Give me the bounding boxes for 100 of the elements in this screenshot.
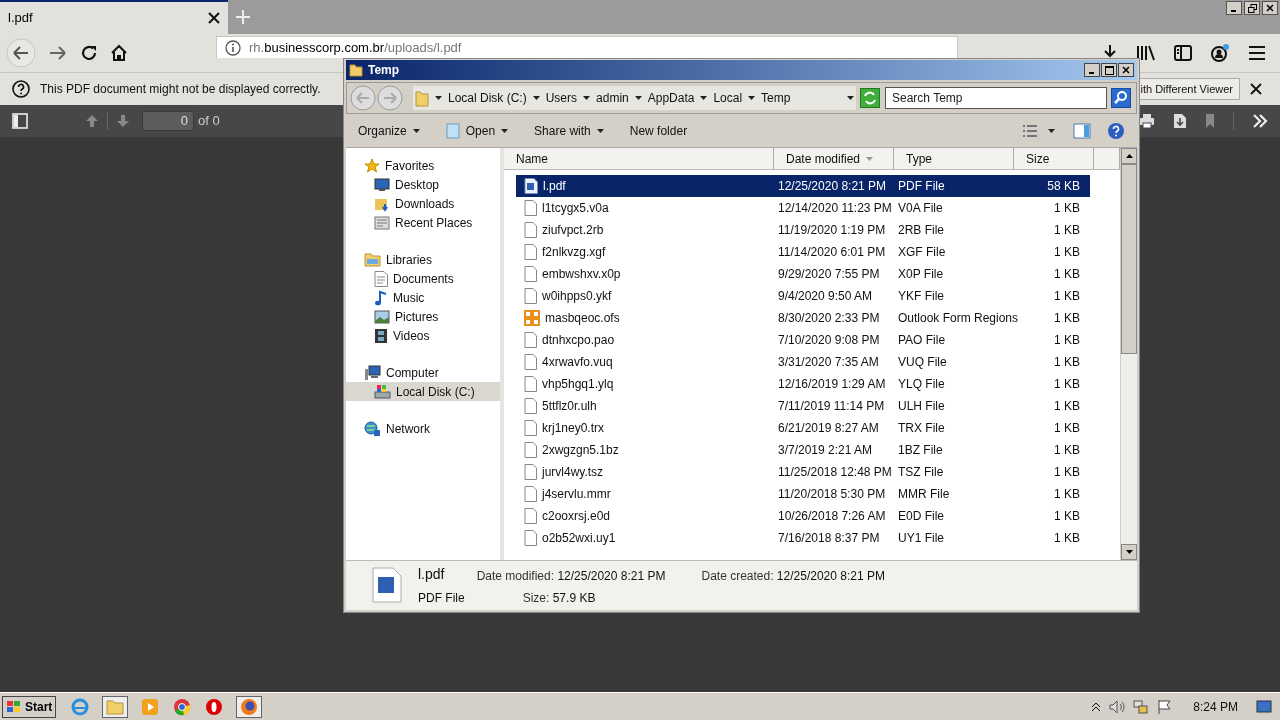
nav-item[interactable]: Recent Places (346, 213, 500, 232)
taskbar-button[interactable] (102, 695, 129, 718)
reload-icon[interactable] (80, 44, 98, 62)
nav-item[interactable]: Local Disk (C:) (346, 382, 500, 401)
back-icon[interactable] (6, 38, 36, 68)
toolbar-button[interactable]: Share with (534, 121, 604, 140)
file-row[interactable]: w0ihpps0.ykf 9/4/2020 9:50 AM YKF File 1 KB (516, 285, 1090, 307)
flag-icon[interactable] (1157, 698, 1174, 715)
view-options-icon[interactable] (1022, 123, 1038, 138)
page-number-field[interactable]: 0 (142, 111, 194, 131)
file-row[interactable]: vhp5hgq1.ylq 12/16/2019 1:29 AM YLQ File 1 KB (516, 373, 1090, 395)
toolbar-button[interactable]: Open (445, 121, 509, 140)
chevron-up-icon[interactable] (1091, 701, 1102, 712)
opera-icon[interactable] (204, 696, 225, 717)
account-icon[interactable] (1210, 43, 1230, 63)
speaker-icon[interactable] (1109, 699, 1126, 714)
breadcrumb[interactable]: admin (596, 89, 629, 107)
sidebar-icon[interactable] (1174, 45, 1192, 61)
address-bar[interactable]: Local Disk (C:) Users admin AppData Local Temp (413, 86, 856, 110)
file-row[interactable]: masbqeoc.ofs 8/30/2020 2:33 PM Outlook Form Regions 1 KB (516, 307, 1090, 329)
library-icon[interactable] (1136, 45, 1156, 61)
bookmark-icon[interactable] (1205, 113, 1215, 129)
nav-item[interactable]: Music (346, 288, 500, 307)
forward-icon[interactable] (48, 45, 68, 61)
print-icon[interactable] (1139, 113, 1155, 129)
help-icon[interactable] (1107, 121, 1125, 140)
breadcrumb[interactable]: Users (545, 89, 578, 107)
url-bar[interactable]: rh.businesscorp.com.br/uploads/l.pdf (216, 36, 958, 58)
network-icon[interactable] (1133, 699, 1150, 714)
more-tools-icon[interactable] (1252, 114, 1268, 128)
file-row[interactable]: 5ttflz0r.ulh 7/11/2019 11:14 PM ULH File 1 KB (516, 395, 1090, 417)
breadcrumb[interactable]: Local Disk (C:) (448, 89, 527, 107)
folder-icon (364, 252, 381, 267)
start-button[interactable]: Start (2, 695, 57, 718)
date-cell-text: 9/4/2020 9:50 AM (777, 288, 874, 305)
maximize-button[interactable] (1101, 63, 1117, 77)
file-row[interactable]: 4xrwavfo.vuq 3/31/2020 7:35 AM VUQ File 1 KB (516, 351, 1090, 373)
home-icon[interactable] (110, 44, 128, 62)
nav-item[interactable]: Network (346, 419, 500, 438)
recent-icon (374, 214, 390, 231)
breadcrumb[interactable]: Local (713, 89, 743, 107)
nav-item[interactable]: Libraries (346, 250, 500, 269)
menu-icon[interactable] (1248, 45, 1266, 61)
taskbar-button[interactable] (236, 695, 263, 718)
file-row[interactable]: o2b52wxi.uy1 7/16/2018 8:37 PM UY1 File 1 KB (516, 527, 1090, 549)
file-icon (524, 530, 537, 546)
search-icon[interactable] (1111, 88, 1131, 108)
file-row[interactable]: ziufvpct.2rb 11/19/2020 1:19 PM 2RB File 1 KB (516, 219, 1090, 241)
file-row[interactable]: jurvl4wy.tsz 11/25/2018 12:48 PM TSZ File 1 KB (516, 461, 1090, 483)
browser-tab[interactable]: l.pdf (0, 0, 228, 34)
nav-item[interactable]: Documents (346, 269, 500, 288)
nav-item[interactable]: Downloads (346, 194, 500, 213)
close-icon (1122, 66, 1130, 74)
close-button[interactable] (1118, 63, 1134, 77)
scrollbar[interactable] (1120, 148, 1137, 560)
down-arrow-icon[interactable] (116, 114, 130, 128)
nav-item[interactable]: Pictures (346, 307, 500, 326)
url-text: rh.businesscorp.com.br/uploads/l.pdf (249, 40, 462, 55)
breadcrumb[interactable]: AppData (647, 89, 695, 107)
nav-item[interactable]: Favorites (346, 156, 500, 175)
close-button[interactable] (1262, 1, 1278, 15)
date-cell-text: 7/16/2018 8:37 PM (777, 530, 881, 547)
viewer-button[interactable]: ith Different Viewer (1138, 78, 1240, 100)
file-row[interactable]: f2nlkvzg.xgf 11/14/2020 6:01 PM XGF File 1 KB (516, 241, 1090, 263)
type-cell-text: ULH File (897, 398, 946, 415)
nav-item[interactable]: Computer (346, 363, 500, 382)
file-row[interactable]: dtnhxcpo.pao 7/10/2020 9:08 PM PAO File 1 KB (516, 329, 1090, 351)
up-arrow-icon[interactable] (85, 114, 99, 128)
preview-pane-icon[interactable] (1073, 122, 1091, 139)
nav-item[interactable]: Videos (346, 326, 500, 345)
restore-button[interactable] (1244, 1, 1260, 15)
file-row[interactable]: l.pdf 12/25/2020 8:21 PM PDF File 58 KB (516, 175, 1090, 197)
sidebar-toggle-icon[interactable] (12, 113, 28, 129)
notice-text: This PDF document might not be displayed correctly. (40, 81, 321, 98)
search-field[interactable]: Search Temp (885, 87, 1107, 109)
chrome-icon[interactable] (172, 696, 193, 717)
firefox-icon (240, 697, 259, 716)
minimize-button[interactable] (1226, 1, 1242, 15)
file-name: f2nlkvzg.xgf (542, 244, 606, 261)
file-row[interactable]: embwshxv.x0p 9/29/2020 7:55 PM X0P File 1 KB (516, 263, 1090, 285)
caret-icon (583, 96, 591, 100)
show-desktop-icon[interactable] (1256, 699, 1272, 714)
file-row[interactable]: c2ooxrsj.e0d 10/26/2018 7:26 AM E0D File 1 KB (516, 505, 1090, 527)
column-header[interactable]: Type (894, 148, 1014, 170)
column-header[interactable]: Date modified (774, 148, 894, 170)
toolbar-button[interactable]: New folder (629, 121, 688, 140)
file-row[interactable]: j4servlu.mmr 11/20/2018 5:30 PM MMR File 1 KB (516, 483, 1090, 505)
nav-item[interactable]: Desktop (346, 175, 500, 194)
minimize-button[interactable] (1084, 63, 1100, 77)
column-header[interactable]: Name (504, 148, 774, 170)
file-row[interactable]: krj1ney0.trx 6/21/2019 8:27 AM TRX File 1 KB (516, 417, 1090, 439)
save-icon[interactable] (1173, 113, 1187, 129)
file-row[interactable]: 2xwgzgn5.1bz 3/7/2019 2:21 AM 1BZ File 1 KB (516, 439, 1090, 461)
column-header[interactable]: Size (1014, 148, 1094, 170)
file-row[interactable]: l1tcygx5.v0a 12/14/2020 11:23 PM V0A File 1 KB (516, 197, 1090, 219)
refresh-icon[interactable] (860, 88, 880, 108)
close-icon[interactable] (1250, 83, 1262, 95)
toolbar-button[interactable]: Organize (358, 121, 420, 140)
close-icon[interactable] (208, 12, 220, 24)
breadcrumb[interactable]: Temp (761, 89, 791, 107)
